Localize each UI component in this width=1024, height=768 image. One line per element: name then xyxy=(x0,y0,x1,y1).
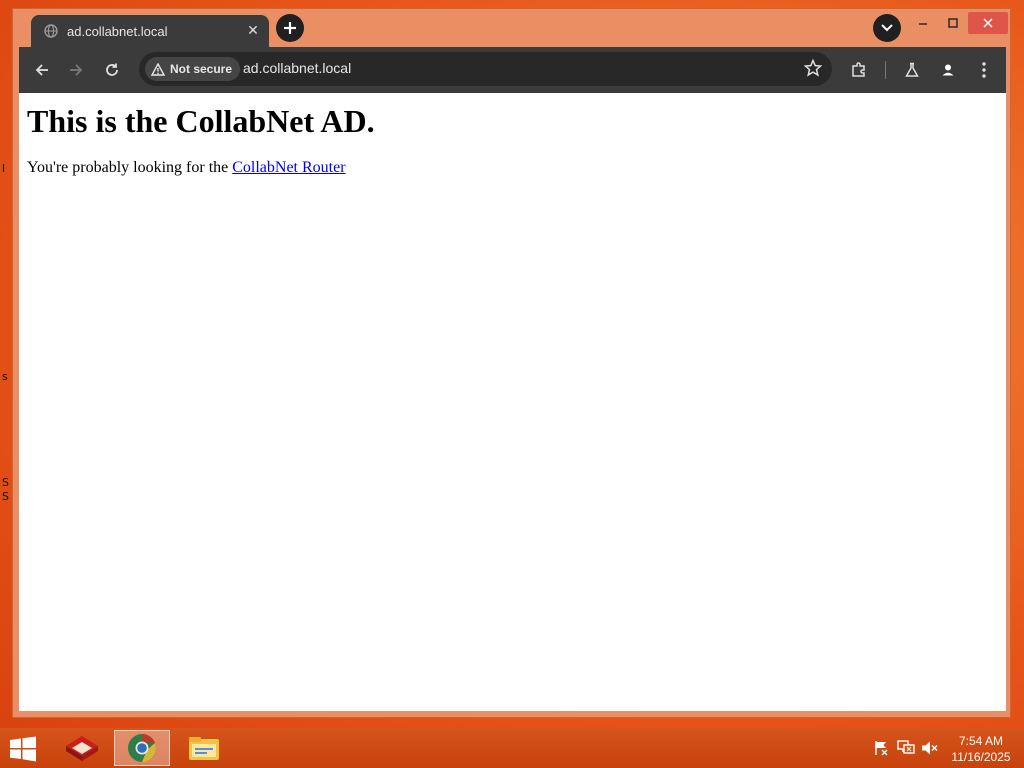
plus-icon xyxy=(284,22,296,34)
clock-time: 7:54 AM xyxy=(958,734,1004,748)
url-text[interactable]: ad.collabnet.local xyxy=(243,60,351,76)
arrow-right-icon xyxy=(70,64,83,76)
close-icon xyxy=(983,18,993,28)
bookmark-star-icon[interactable] xyxy=(803,58,823,81)
forward-button[interactable] xyxy=(63,57,89,83)
puzzle-icon xyxy=(852,62,865,77)
chrome-icon xyxy=(128,734,156,762)
network-icon[interactable] xyxy=(897,740,915,756)
browser-window: ad.collabnet.local ✕ Not secure ad.colla… xyxy=(12,8,1011,718)
paragraph-text: You're probably looking for the xyxy=(27,159,233,176)
more-vert-icon xyxy=(982,62,986,78)
browser-toolbar: Not secure ad.collabnet.local xyxy=(19,47,1006,93)
taskbar-app-chrome[interactable] xyxy=(114,730,170,766)
taskbar-clock[interactable]: 7:54 AM 11/16/2025 xyxy=(948,733,1014,765)
warning-icon xyxy=(151,62,165,76)
tab-strip: ad.collabnet.local ✕ xyxy=(13,9,1010,47)
close-window-button[interactable] xyxy=(968,12,1008,34)
start-button[interactable] xyxy=(8,736,38,762)
security-indicator[interactable]: Not secure xyxy=(145,57,241,81)
page-paragraph: You're probably looking for the CollabNe… xyxy=(27,159,346,177)
action-center-flag-icon[interactable] xyxy=(872,740,890,756)
desktop-fragment: S xyxy=(2,476,9,489)
address-bar[interactable]: Not secure ad.collabnet.local xyxy=(139,52,832,86)
labs-button[interactable] xyxy=(899,57,925,83)
collabnet-router-link[interactable]: CollabNet Router xyxy=(232,159,345,176)
reload-button[interactable] xyxy=(99,57,125,83)
reload-icon xyxy=(106,63,118,76)
maximize-icon xyxy=(948,18,958,28)
clock-date: 11/16/2025 xyxy=(951,750,1011,764)
tab-title: ad.collabnet.local xyxy=(67,23,168,39)
page-viewport: This is the CollabNet AD. You're probabl… xyxy=(19,93,1006,711)
windows-logo-icon xyxy=(10,736,36,762)
flask-icon xyxy=(905,62,919,77)
minimize-button[interactable] xyxy=(908,12,938,34)
extensions-button[interactable] xyxy=(846,57,872,83)
profile-icon xyxy=(939,61,957,79)
maximize-button[interactable] xyxy=(938,12,968,34)
security-label: Not secure xyxy=(170,62,233,76)
minimize-icon xyxy=(919,23,927,25)
taskbar-app-explorer[interactable] xyxy=(176,730,232,766)
toolbar-divider xyxy=(885,61,886,79)
globe-icon xyxy=(43,23,59,39)
page-heading: This is the CollabNet AD. xyxy=(27,103,375,139)
taskbar-app-security[interactable] xyxy=(54,730,110,766)
close-tab-icon[interactable]: ✕ xyxy=(243,21,263,41)
desktop-fragment: s xyxy=(2,370,8,383)
back-button[interactable] xyxy=(29,57,55,83)
volume-muted-icon[interactable] xyxy=(921,740,939,756)
chevron-down-icon xyxy=(881,24,893,32)
tab-search-button[interactable] xyxy=(873,14,901,42)
desktop-fragment: S xyxy=(2,490,9,503)
file-explorer-icon xyxy=(189,737,219,760)
menu-button[interactable] xyxy=(971,57,997,83)
arrow-left-icon xyxy=(35,64,48,76)
new-tab-button[interactable] xyxy=(276,14,304,42)
security-app-icon xyxy=(66,736,98,761)
profile-button[interactable] xyxy=(935,57,961,83)
desktop-fragment: l xyxy=(2,162,6,175)
tab-active[interactable]: ad.collabnet.local ✕ xyxy=(31,15,269,47)
taskbar: 7:54 AM 11/16/2025 xyxy=(0,728,1024,768)
